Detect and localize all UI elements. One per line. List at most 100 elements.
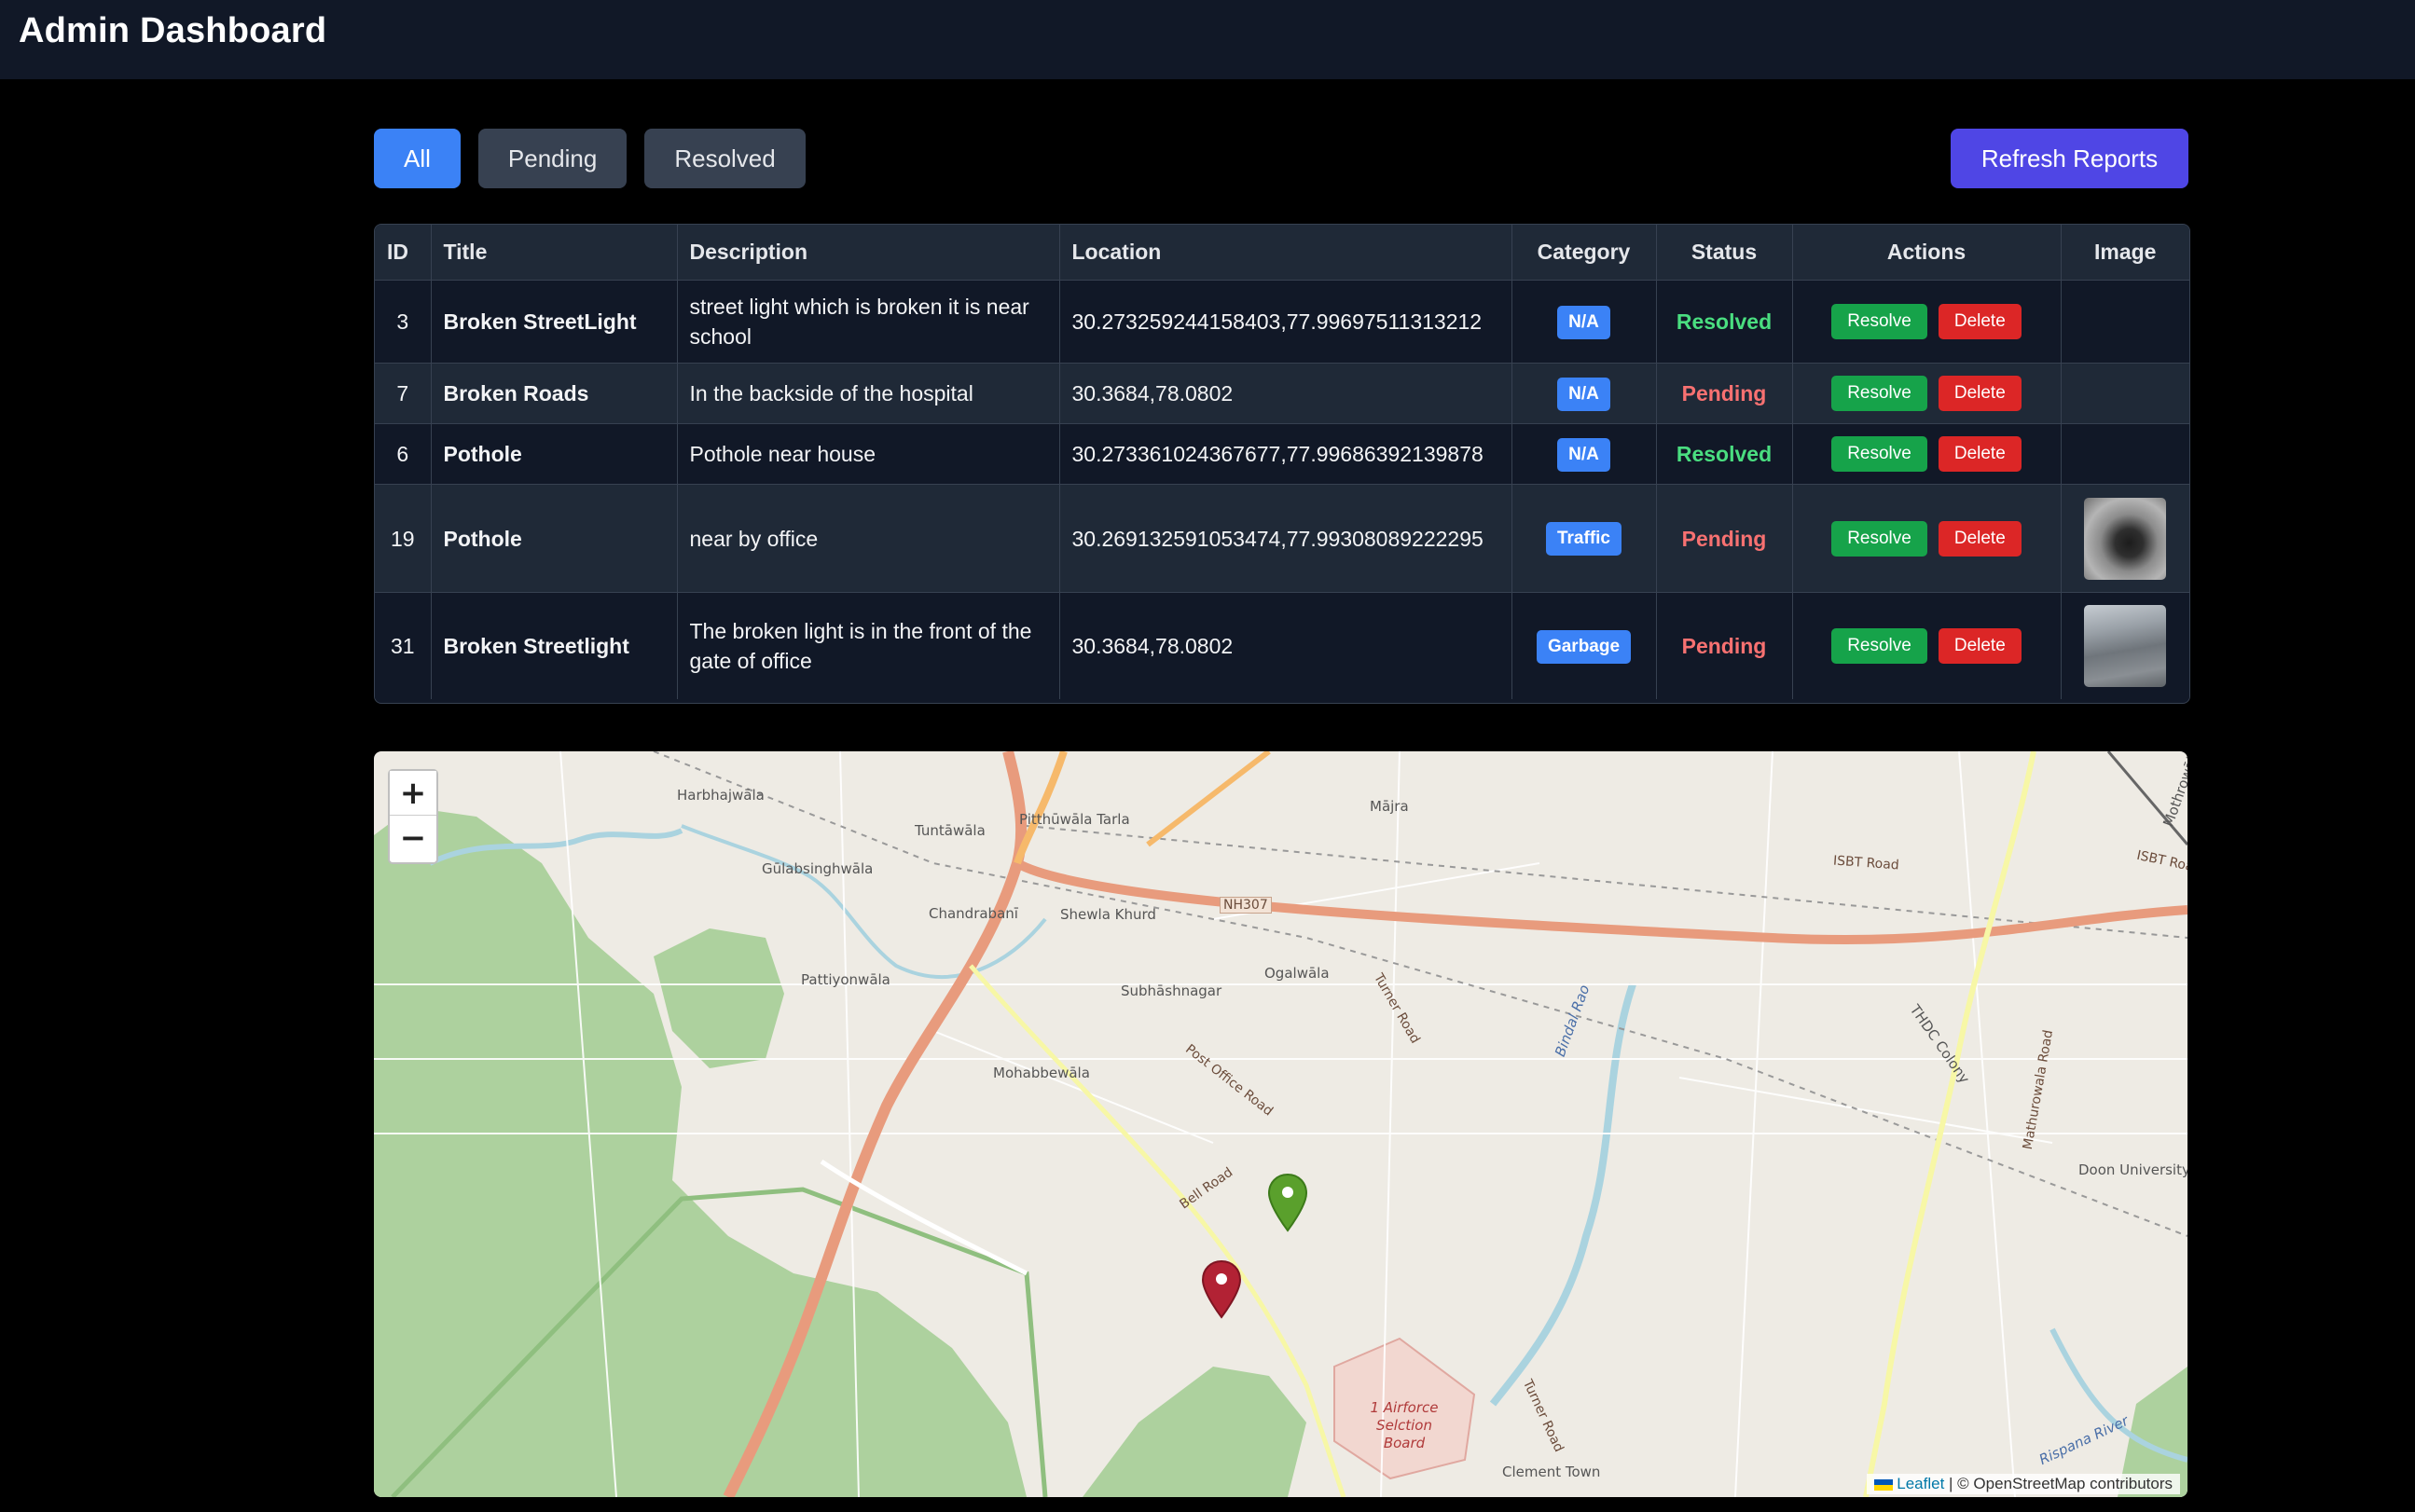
table-row: 7 Broken Roads In the backside of the ho… — [375, 363, 2189, 424]
category-cell: N/A — [1511, 280, 1657, 364]
report-title: Pothole — [431, 423, 678, 485]
resolve-button[interactable]: Resolve — [1831, 376, 1927, 411]
report-description: The broken light is in the front of the … — [677, 592, 1060, 699]
column-header-description: Description — [677, 225, 1060, 281]
report-location: 30.3684,78.0802 — [1059, 592, 1512, 699]
column-header-title: Title — [431, 225, 678, 281]
status-label: Pending — [1656, 484, 1793, 593]
column-header-actions: Actions — [1792, 225, 2062, 281]
map-tiles — [374, 751, 2187, 1497]
map-marker-pending[interactable] — [1201, 1259, 1242, 1319]
status-label: Pending — [1656, 592, 1793, 699]
column-header-id: ID — [375, 225, 432, 281]
image-cell — [2061, 423, 2189, 485]
refresh-reports-button[interactable]: Refresh Reports — [1951, 129, 2188, 188]
category-cell: Garbage — [1511, 592, 1657, 699]
map-marker-resolved[interactable] — [1267, 1173, 1308, 1232]
zoom-in-button[interactable]: + — [390, 771, 436, 816]
column-header-location: Location — [1059, 225, 1512, 281]
actions-cell: Resolve Delete — [1792, 592, 2062, 699]
actions-cell: Resolve Delete — [1792, 423, 2062, 485]
filter-resolved-button[interactable]: Resolved — [644, 129, 806, 188]
actions-cell: Resolve Delete — [1792, 363, 2062, 424]
category-badge: N/A — [1557, 377, 1610, 411]
delete-button[interactable]: Delete — [1938, 436, 2022, 472]
leaflet-link[interactable]: Leaflet — [1897, 1475, 1944, 1492]
status-label: Resolved — [1656, 423, 1793, 485]
table-row: 19 Pothole near by office 30.26913259105… — [375, 484, 2189, 593]
reports-map[interactable]: Harbhajwāla Pitthūwāla Tarla Tuntāwāla M… — [374, 751, 2187, 1497]
reports-table: ID Title Description Location Category S… — [374, 224, 2190, 704]
report-title: Broken StreetLight — [431, 280, 678, 364]
resolve-button[interactable]: Resolve — [1831, 436, 1927, 472]
report-title: Broken Roads — [431, 363, 678, 424]
delete-button[interactable]: Delete — [1938, 628, 2022, 664]
report-title: Broken Streetlight — [431, 592, 678, 699]
place-mohabbewala: Mohabbewāla — [993, 1065, 1090, 1081]
map-attribution: Leaflet | © OpenStreetMap contributors — [1867, 1474, 2180, 1494]
report-location: 30.3684,78.0802 — [1059, 363, 1512, 424]
place-tuntawala: Tuntāwāla — [915, 822, 986, 839]
zoom-out-button[interactable]: − — [390, 816, 436, 860]
category-badge: Garbage — [1536, 629, 1632, 664]
place-harbhajwala: Harbhajwāla — [677, 787, 765, 804]
resolve-button[interactable]: Resolve — [1831, 628, 1927, 664]
column-header-image: Image — [2061, 225, 2189, 281]
place-pitthuwala: Pitthūwāla Tarla — [1019, 811, 1130, 828]
actions-cell: Resolve Delete — [1792, 280, 2062, 364]
place-subhashnagar: Subhāshnagar — [1121, 983, 1222, 999]
report-description: near by office — [677, 484, 1060, 593]
delete-button[interactable]: Delete — [1938, 304, 2022, 339]
category-cell: N/A — [1511, 363, 1657, 424]
category-cell: N/A — [1511, 423, 1657, 485]
attribution-text: | © OpenStreetMap contributors — [1949, 1475, 2173, 1492]
image-cell — [2061, 593, 2189, 700]
column-header-status: Status — [1656, 225, 1793, 281]
image-cell — [2061, 363, 2189, 424]
resolve-button[interactable]: Resolve — [1831, 304, 1927, 339]
filter-all-button[interactable]: All — [374, 129, 461, 188]
report-image-thumbnail[interactable] — [2084, 605, 2167, 687]
place-shewla: Shewla Khurd — [1060, 906, 1156, 923]
place-doon-university: Doon University — [2078, 1161, 2187, 1178]
report-description: In the backside of the hospital — [677, 363, 1060, 424]
place-chandrabani: Chandrabanī — [929, 905, 1018, 922]
column-header-category: Category — [1511, 225, 1657, 281]
ukraine-flag-icon — [1874, 1478, 1894, 1491]
report-title: Pothole — [431, 484, 678, 593]
table-row: 3 Broken StreetLight street light which … — [375, 280, 2189, 364]
report-id: 7 — [375, 363, 432, 424]
report-id: 6 — [375, 423, 432, 485]
report-description: Pothole near house — [677, 423, 1060, 485]
page-title: Admin Dashboard — [19, 11, 327, 50]
status-label: Resolved — [1656, 280, 1793, 364]
filter-pending-button[interactable]: Pending — [477, 129, 628, 188]
place-ogalwala: Ogalwāla — [1264, 965, 1330, 982]
image-cell — [2061, 484, 2189, 593]
road-nh307: NH307 — [1220, 897, 1272, 914]
report-id: 3 — [375, 280, 432, 364]
resolve-button[interactable]: Resolve — [1831, 520, 1927, 557]
category-badge: N/A — [1557, 305, 1610, 339]
place-airforce-board: 1 Airforce Selction Board — [1370, 1399, 1439, 1451]
status-label: Pending — [1656, 363, 1793, 424]
image-cell — [2061, 280, 2189, 364]
report-id: 31 — [375, 592, 432, 699]
report-location: 30.273259244158403,77.99697511313212 — [1059, 280, 1512, 364]
table-row: 31 Broken Streetlight The broken light i… — [375, 592, 2189, 700]
category-badge: N/A — [1557, 437, 1610, 472]
actions-cell: Resolve Delete — [1792, 484, 2062, 593]
report-id: 19 — [375, 484, 432, 593]
place-clement-town: Clement Town — [1502, 1464, 1601, 1480]
place-pattiyonwala: Pattiyonwāla — [801, 971, 890, 988]
report-location: 30.269132591053474,77.99308089222295 — [1059, 484, 1512, 593]
report-image-thumbnail[interactable] — [2084, 497, 2167, 580]
delete-button[interactable]: Delete — [1938, 376, 2022, 411]
table-row: 6 Pothole Pothole near house 30.27336102… — [375, 423, 2189, 485]
place-majra: Mājra — [1370, 798, 1409, 815]
filter-tabs: All Pending Resolved — [374, 129, 806, 188]
category-badge: Traffic — [1545, 522, 1622, 556]
delete-button[interactable]: Delete — [1938, 520, 2022, 557]
top-bar: Admin Dashboard — [0, 0, 2415, 79]
category-cell: Traffic — [1511, 484, 1657, 593]
